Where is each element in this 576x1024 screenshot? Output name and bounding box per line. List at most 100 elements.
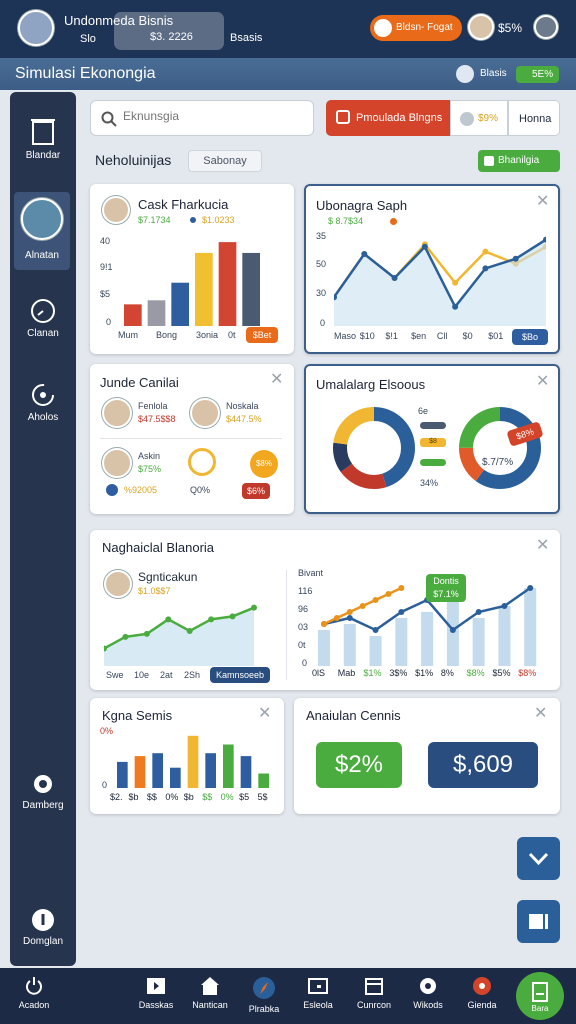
chevron-down-icon <box>528 852 549 866</box>
nav-item-bara[interactable]: Bara <box>516 972 564 1020</box>
sidebar-item-blandar[interactable]: Blandar <box>10 116 76 161</box>
kpi-tile-green[interactable]: $2% <box>316 742 402 788</box>
close-icon[interactable]: ✕ <box>536 538 549 554</box>
nav-item-esleola[interactable]: Esleola <box>288 976 348 1010</box>
chart-point <box>186 628 193 634</box>
sub-header: Simulasi Ekonongia Blasis 5E% <box>0 58 576 90</box>
video-button[interactable] <box>517 900 560 943</box>
nav-label: Nantican <box>192 1000 228 1010</box>
chart-bar <box>369 636 382 666</box>
status-badge[interactable]: 5E% <box>516 66 559 83</box>
x-tick: $01 <box>488 331 504 341</box>
user-avatar[interactable] <box>18 10 54 46</box>
person-value: $47.5$$8 <box>138 414 176 424</box>
sub-right-label: Blasis <box>480 68 507 79</box>
chart-point <box>372 627 379 633</box>
chart-bar <box>205 753 216 788</box>
chart-point <box>251 604 257 611</box>
chart-point <box>361 251 368 257</box>
edit-icon <box>336 110 350 124</box>
chart-bar <box>171 282 189 326</box>
status-pill[interactable]: $6% <box>242 483 270 499</box>
x-tick: $10 <box>359 331 375 341</box>
expand-button[interactable] <box>517 837 560 880</box>
compass-icon <box>253 977 275 999</box>
nav-item-acadon[interactable]: Acadon <box>4 976 64 1010</box>
y-tick: 0 <box>302 658 308 668</box>
nav-item-nantican[interactable]: Nantican <box>180 976 240 1010</box>
chart-badge[interactable]: $Bo <box>512 329 548 345</box>
home-icon <box>201 977 219 995</box>
sidebar-item-clanan[interactable]: Clanan <box>10 298 76 339</box>
x-tick: 2Sh <box>184 670 201 680</box>
nav-label: Acadon <box>18 1000 50 1010</box>
nav-label: Cunrcon <box>356 1000 392 1010</box>
x-tick: $5 <box>239 792 250 802</box>
bar-chart <box>124 242 260 326</box>
card-title: Naghaiclal Blanoria <box>102 540 215 555</box>
search-input[interactable] <box>123 109 303 123</box>
y-tick: 9!1 <box>100 262 113 272</box>
close-icon[interactable]: ✕ <box>536 194 549 210</box>
action-button[interactable]: Bhanilgia <box>478 150 560 172</box>
percent-tab[interactable]: $9% <box>450 100 508 136</box>
close-icon[interactable]: ✕ <box>534 706 547 722</box>
user-meta-1: Slo <box>80 33 96 45</box>
line-chart-card[interactable]: Ubonagra Saph ✕ $ 8.7$34 35 50 30 0 Maso… <box>304 184 560 354</box>
sidebar-item-damberg[interactable]: Damberg <box>10 772 76 811</box>
profile-avatar[interactable] <box>468 14 494 40</box>
y-tick: 35 <box>316 231 327 241</box>
sidebar-item-aholos[interactable]: Aholos <box>10 382 76 423</box>
search-box[interactable] <box>90 100 314 136</box>
action-pill[interactable]: Bldsn- Fogat <box>370 15 462 41</box>
balance-chip[interactable]: $3. 2226 <box>114 12 224 50</box>
close-icon[interactable]: ✕ <box>258 706 271 722</box>
tooltip-title: Dontis <box>433 576 459 586</box>
person-sub: %92005 <box>124 485 158 495</box>
chart-button[interactable]: Kamnsoeeb <box>210 667 270 683</box>
y-tick: 50 <box>316 259 327 269</box>
sidebar-item-domglan[interactable]: Domglan <box>10 908 76 947</box>
nav-item-wikods[interactable]: Wikods <box>398 976 458 1010</box>
globe-icon[interactable] <box>456 65 474 83</box>
chart-point <box>452 303 459 310</box>
y-tick: 96 <box>298 604 309 614</box>
filter-chip[interactable]: Sabonay <box>188 150 262 172</box>
sidebar-label: Aholos <box>27 412 59 423</box>
y-tick: 03 <box>298 622 309 632</box>
x-tick: $1% <box>363 668 382 678</box>
nav-item-dasskas[interactable]: Dasskas <box>126 976 186 1010</box>
chart-badge[interactable]: $Bet <box>246 327 278 343</box>
info-icon <box>32 909 54 931</box>
chart-bar <box>421 612 434 666</box>
kpi-tile-blue[interactable]: $,609 <box>428 742 538 788</box>
close-icon[interactable]: ✕ <box>536 374 549 390</box>
record-icon <box>473 977 491 995</box>
profile-avatar-2[interactable] <box>534 15 558 39</box>
donut-chart-left <box>333 407 415 489</box>
x-tick: 0t <box>228 330 236 340</box>
x-tick: 0lS <box>312 668 326 678</box>
person-value: $447.5% <box>226 414 262 424</box>
person-avatar <box>102 448 132 478</box>
secondary-tab[interactable]: Honna <box>508 100 560 136</box>
primary-tab[interactable]: Pmoulada Blngns <box>326 100 450 136</box>
nav-item-cunrcon[interactable]: Cunrcon <box>344 976 404 1010</box>
card-title: Cask Fharkucia <box>138 197 229 212</box>
sidebar-item-alnatan[interactable]: Alnatan <box>14 192 70 270</box>
nav-item-gienda[interactable]: Gienda <box>452 976 512 1010</box>
bar-summary-card: Kgna Semis ✕ 0% 0 $2. $b $$ 0% $b $$ 0% $5 5$ <box>90 698 284 814</box>
nav-item-plrabka[interactable]: Plrabka <box>234 976 294 1014</box>
person-name: Askin <box>138 451 161 461</box>
card-title: Ubonagra Saph <box>316 198 408 213</box>
bottom-nav: Acadon Dasskas Nantican Plrabka Esleola … <box>0 968 576 1024</box>
sidebar-label: Blandar <box>25 150 61 161</box>
video-icon <box>529 914 548 929</box>
close-icon[interactable]: ✕ <box>270 372 283 388</box>
donut-card[interactable]: Umalalarg Elsoous ✕ 6e $8 34% $.7/7% $8% <box>304 364 560 514</box>
search-icon <box>101 111 117 127</box>
x-tick: $2. <box>110 792 123 802</box>
x-tick: $0 <box>462 331 473 341</box>
x-tick: Mum <box>118 330 138 340</box>
x-tick: $$ <box>146 792 157 802</box>
